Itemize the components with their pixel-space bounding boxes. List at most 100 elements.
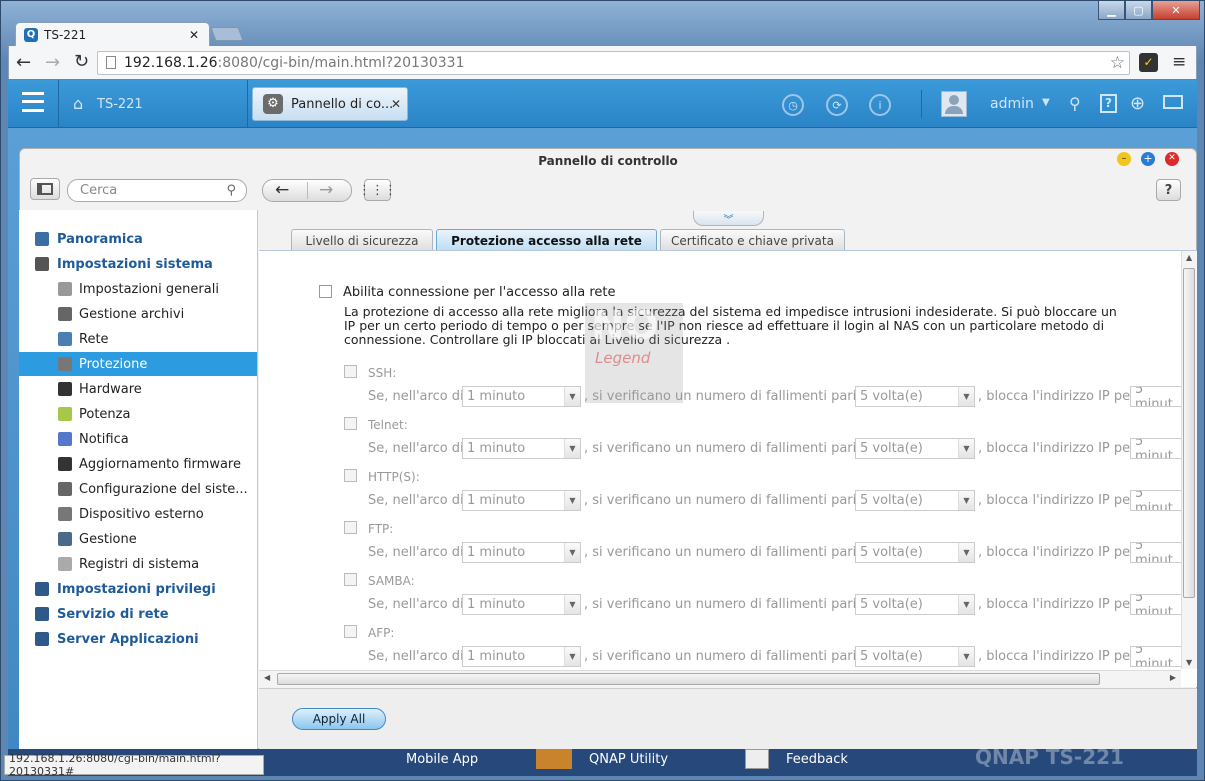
count-select[interactable]: 5 volta(e) ▼ <box>855 594 975 615</box>
apply-all-button[interactable]: Apply All <box>292 708 386 730</box>
maximize-panel-icon[interactable]: + <box>1141 152 1155 166</box>
taskbar-feedback[interactable]: Feedback <box>786 752 848 767</box>
time-select-value: 1 minuto <box>467 649 526 664</box>
block-select[interactable]: 5 minut <box>1130 386 1181 407</box>
block-select[interactable]: 5 minut <box>1130 438 1181 459</box>
taskbar-mobile-app[interactable]: Mobile App <box>406 752 478 767</box>
home-label[interactable]: TS-221 <box>97 97 143 112</box>
time-select[interactable]: 1 minuto ▼ <box>462 542 581 563</box>
close-app-icon[interactable]: ✕ <box>391 97 401 111</box>
close-window-button[interactable]: ✕ <box>1152 1 1200 20</box>
search-input[interactable]: Cerca ⚲ <box>67 179 247 202</box>
maximize-window-button[interactable]: ▢ <box>1125 1 1152 20</box>
sidebar-item-gestione-archivi[interactable]: Gestione archivi <box>19 302 257 326</box>
sidebar-item-aggiornamento-firmware[interactable]: Aggiornamento firmware <box>19 452 257 476</box>
language-globe-icon[interactable]: ⊕ <box>1130 93 1145 114</box>
protocol-checkbox[interactable] <box>344 469 357 482</box>
sidebar-item-registri-di-sistema[interactable]: Registri di sistema <box>19 552 257 576</box>
sidebar-item-gestione[interactable]: Gestione <box>19 527 257 551</box>
close-panel-icon[interactable]: ✕ <box>1165 152 1179 166</box>
avatar[interactable] <box>941 91 967 117</box>
page-icon <box>106 56 116 69</box>
clock-icon[interactable]: ◷ <box>782 94 804 116</box>
sidebar-item-impostazioni-privilegi[interactable]: Impostazioni privilegi <box>19 577 257 601</box>
protocol-checkbox[interactable] <box>344 417 357 430</box>
main-menu-icon[interactable] <box>22 92 44 112</box>
time-select[interactable]: 1 minuto ▼ <box>462 594 581 615</box>
time-select[interactable]: 1 minuto ▼ <box>462 646 581 667</box>
vertical-scrollbar[interactable]: ▲ ▼ <box>1181 251 1197 669</box>
horizontal-scroll-thumb[interactable] <box>277 673 1100 685</box>
info-icon[interactable]: i <box>869 94 891 116</box>
collapse-header-icon[interactable]: ︾ <box>693 211 764 226</box>
bookmark-star-icon[interactable]: ☆ <box>1110 53 1125 73</box>
close-tab-icon[interactable]: ✕ <box>189 28 199 42</box>
home-icon[interactable]: ⌂ <box>73 94 83 113</box>
block-select[interactable]: 5 minut <box>1130 490 1181 511</box>
menu-icon[interactable]: ≡ <box>1172 52 1186 72</box>
count-select[interactable]: 5 volta(e) ▼ <box>855 646 975 667</box>
tab-security-level[interactable]: Livello di sicurezza <box>291 229 433 251</box>
enable-access-checkbox[interactable] <box>319 285 332 298</box>
sidebar-item-server-applicazioni[interactable]: Server Applicazioni <box>19 627 257 651</box>
open-app-tab[interactable]: ⚙ Pannello di co... ✕ <box>252 87 408 121</box>
forward-nav-icon[interactable]: → <box>319 180 333 200</box>
count-select[interactable]: 5 volta(e) ▼ <box>855 490 975 511</box>
user-name[interactable]: admin <box>990 96 1034 112</box>
browser-tab[interactable]: Q TS-221 ✕ <box>15 22 210 46</box>
sidebar-item-hardware[interactable]: Hardware <box>19 377 257 401</box>
sidebar-item-label: Server Applicazioni <box>57 631 199 647</box>
sidebar-item-label: Notifica <box>79 431 129 447</box>
time-select[interactable]: 1 minuto ▼ <box>462 490 581 511</box>
taskbar-qnap-utility[interactable]: QNAP Utility <box>589 752 668 767</box>
help-button[interactable]: ? <box>1156 179 1181 201</box>
time-select[interactable]: 1 minuto ▼ <box>462 386 581 407</box>
grid-view-icon[interactable]: ⋮⋮⋮ <box>358 179 397 201</box>
sidebar-item-impostazioni-generali[interactable]: Impostazioni generali <box>19 277 257 301</box>
protocol-checkbox[interactable] <box>344 573 357 586</box>
sidebar-item-rete[interactable]: Rete <box>19 327 257 351</box>
sidebar-item-protezione[interactable]: Protezione <box>19 352 257 376</box>
horizontal-scrollbar[interactable]: ◀ ▶ <box>259 670 1181 687</box>
minimize-window-button[interactable]: ▁ <box>1098 1 1125 20</box>
chevron-down-icon: ▼ <box>564 543 580 562</box>
back-icon[interactable]: ← <box>16 52 31 73</box>
rule-prefix: Se, nell'arco di <box>368 545 464 560</box>
block-select[interactable]: 5 minut <box>1130 594 1181 615</box>
sidebar-item-label: Dispositivo esterno <box>79 506 204 522</box>
block-select[interactable]: 5 minut <box>1130 646 1181 667</box>
sync-icon[interactable]: ⟳ <box>826 94 848 116</box>
sidebar-item-servizio-di-rete[interactable]: Servizio di rete <box>19 602 257 626</box>
new-tab-button[interactable] <box>210 27 244 41</box>
help-icon[interactable]: ? <box>1100 94 1117 113</box>
count-select[interactable]: 5 volta(e) ▼ <box>855 386 975 407</box>
reload-icon[interactable]: ↻ <box>74 51 89 72</box>
address-bar[interactable]: 192.168.1.26:8080/cgi-bin/main.html?2013… <box>97 51 1130 75</box>
protocol-checkbox[interactable] <box>344 625 357 638</box>
chevron-down-icon[interactable]: ▼ <box>1042 97 1050 108</box>
vertical-scroll-thumb[interactable] <box>1183 268 1195 598</box>
sidebar-item-notifica[interactable]: Notifica <box>19 427 257 451</box>
back-nav-icon[interactable]: ← <box>275 180 289 200</box>
sidebar-item-panoramica[interactable]: Panoramica <box>19 227 257 251</box>
display-icon[interactable] <box>1163 95 1183 109</box>
count-select[interactable]: 5 volta(e) ▼ <box>855 542 975 563</box>
sidebar-item-configurazione-del-siste[interactable]: Configurazione del siste... <box>19 477 257 501</box>
forward-icon[interactable]: → <box>45 52 60 73</box>
sidebar-item-potenza[interactable]: Potenza <box>19 402 257 426</box>
time-select[interactable]: 1 minuto ▼ <box>462 438 581 459</box>
rule-prefix: Se, nell'arco di <box>368 441 464 456</box>
protocol-checkbox[interactable] <box>344 521 357 534</box>
extension-icon[interactable]: ✓ <box>1139 53 1158 72</box>
qnap-brand: QNAP TS-221 <box>975 745 1124 769</box>
sidebar-item-dispositivo-esterno[interactable]: Dispositivo esterno <box>19 502 257 526</box>
tab-network-access[interactable]: Protezione accesso alla rete <box>436 229 657 251</box>
count-select[interactable]: 5 volta(e) ▼ <box>855 438 975 459</box>
tab-certificate[interactable]: Certificato e chiave privata <box>660 229 845 251</box>
search-icon[interactable]: ⚲ <box>1069 94 1081 113</box>
sidebar-item-impostazioni-sistema[interactable]: Impostazioni sistema <box>19 252 257 276</box>
block-select[interactable]: 5 minut <box>1130 542 1181 563</box>
toggle-sidebar-button[interactable] <box>30 178 60 200</box>
protocol-checkbox[interactable] <box>344 365 357 378</box>
minimize-panel-icon[interactable]: – <box>1117 152 1131 166</box>
